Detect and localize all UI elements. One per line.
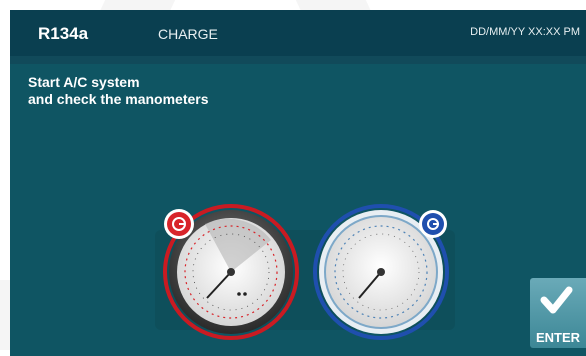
datetime-label: DD/MM/YY XX:XX PM — [470, 26, 580, 38]
screen: R134a CHARGE DD/MM/YY XX:XX PM Start A/C… — [10, 10, 586, 356]
refrigerant-label: R134a — [38, 24, 89, 43]
check-icon — [540, 286, 573, 314]
header-bar: R134a CHARGE DD/MM/YY XX:XX PM — [10, 10, 586, 56]
manometers-image — [145, 200, 465, 340]
instruction-text: Start A/C system and check the manometer… — [28, 74, 209, 107]
enter-button[interactable]: ENTER — [530, 278, 586, 348]
low-pressure-knob-icon — [164, 209, 194, 239]
header-divider — [10, 56, 586, 64]
high-pressure-knob-icon — [419, 210, 447, 238]
enter-button-label: ENTER — [536, 330, 581, 345]
mode-label: CHARGE — [158, 26, 218, 42]
